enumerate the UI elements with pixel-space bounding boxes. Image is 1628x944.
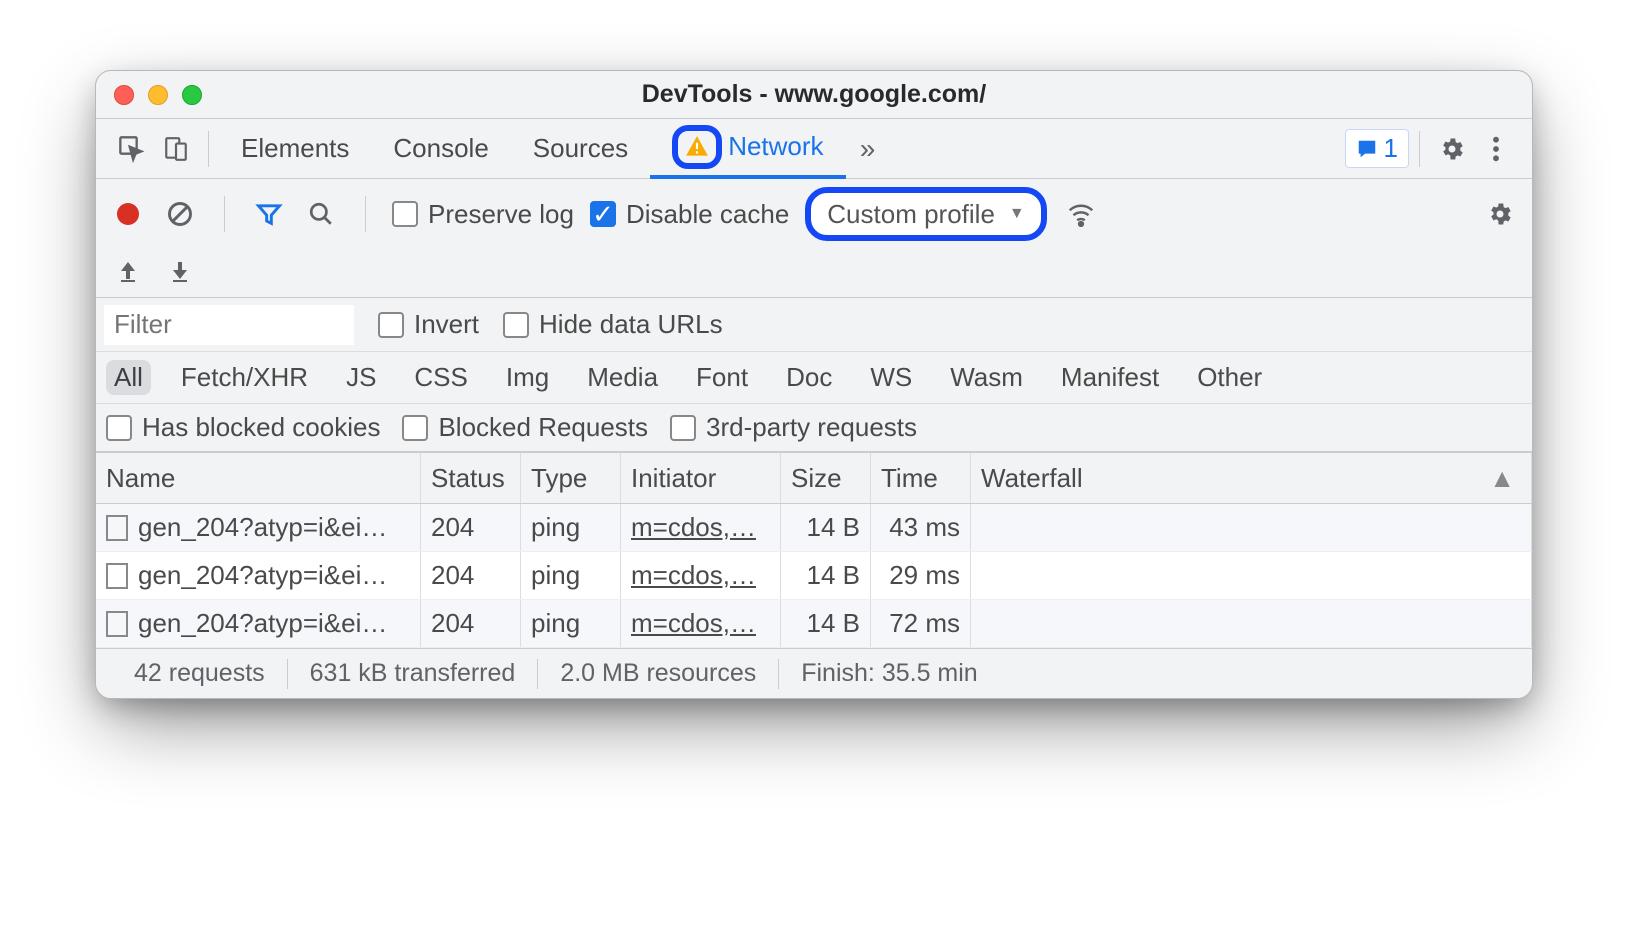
cell-status: 204: [421, 552, 521, 599]
search-icon[interactable]: [303, 196, 339, 232]
cell-waterfall: [971, 504, 1532, 551]
cell-time: 43 ms: [871, 504, 971, 551]
cell-size: 14 B: [781, 600, 871, 647]
cell-size: 14 B: [781, 504, 871, 551]
cell-initiator[interactable]: m=cdos,…: [631, 512, 756, 543]
status-finish: Finish: 35.5 min: [779, 659, 999, 688]
chip-img[interactable]: Img: [498, 360, 557, 395]
cell-type: ping: [521, 600, 621, 647]
network-settings-icon[interactable]: [1482, 196, 1518, 232]
document-icon: [106, 611, 128, 637]
more-tabs-icon[interactable]: »: [846, 127, 890, 171]
hide-data-urls-checkbox[interactable]: Hide data URLs: [503, 309, 723, 340]
tab-elements[interactable]: Elements: [219, 119, 371, 179]
chevron-down-icon: ▼: [1009, 205, 1025, 223]
issues-count: 1: [1384, 133, 1398, 164]
table-row[interactable]: gen_204?atyp=i&ei… 204ping m=cdos,… 14 B72 …: [96, 600, 1532, 648]
tab-sources[interactable]: Sources: [511, 119, 650, 179]
chip-js[interactable]: JS: [338, 360, 384, 395]
separator: [365, 196, 366, 232]
cell-time: 29 ms: [871, 552, 971, 599]
table-row[interactable]: gen_204?atyp=i&ei… 204ping m=cdos,… 14 B43 …: [96, 504, 1532, 552]
warning-icon: [684, 134, 710, 160]
chip-css[interactable]: CSS: [406, 360, 475, 395]
inspect-icon[interactable]: [110, 127, 154, 171]
third-party-checkbox[interactable]: 3rd-party requests: [670, 412, 917, 443]
col-waterfall[interactable]: Waterfall▲: [971, 453, 1532, 503]
window-title: DevTools - www.google.com/: [96, 80, 1532, 109]
status-bar: 42 requests 631 kB transferred 2.0 MB re…: [96, 648, 1532, 698]
col-time[interactable]: Time: [871, 453, 971, 503]
type-filter-chips: All Fetch/XHR JS CSS Img Media Font Doc …: [96, 352, 1532, 404]
cell-waterfall: [971, 552, 1532, 599]
preserve-log-checkbox[interactable]: Preserve log: [392, 199, 574, 230]
cell-type: ping: [521, 504, 621, 551]
cell-size: 14 B: [781, 552, 871, 599]
chip-manifest[interactable]: Manifest: [1053, 360, 1167, 395]
issues-badge[interactable]: 1: [1345, 129, 1409, 168]
filter-bar: Invert Hide data URLs: [96, 298, 1532, 352]
filter-input[interactable]: [104, 305, 354, 345]
titlebar: DevTools - www.google.com/: [96, 71, 1532, 119]
separator: [1419, 131, 1420, 167]
throttling-dropdown[interactable]: Custom profile ▼: [805, 187, 1046, 241]
kebab-menu-icon[interactable]: [1474, 127, 1518, 171]
col-size[interactable]: Size: [781, 453, 871, 503]
message-icon: [1356, 138, 1378, 160]
requests-table: Name Status Type Initiator Size Time Wat…: [96, 452, 1532, 648]
table-header: Name Status Type Initiator Size Time Wat…: [96, 452, 1532, 504]
network-toolbar: Preserve log ✓ Disable cache Custom prof…: [96, 179, 1532, 298]
request-name: gen_204?atyp=i&ei…: [138, 512, 387, 543]
chip-media[interactable]: Media: [579, 360, 666, 395]
chip-doc[interactable]: Doc: [778, 360, 840, 395]
sort-arrow-icon: ▲: [1489, 463, 1515, 494]
blocked-cookies-checkbox[interactable]: Has blocked cookies: [106, 412, 380, 443]
chip-all[interactable]: All: [106, 360, 151, 395]
request-name: gen_204?atyp=i&ei…: [138, 560, 387, 591]
document-icon: [106, 515, 128, 541]
record-button[interactable]: [110, 196, 146, 232]
network-conditions-icon[interactable]: [1063, 196, 1099, 232]
document-icon: [106, 563, 128, 589]
main-tabs: Elements Console Sources Network » 1: [96, 119, 1532, 179]
separator: [224, 196, 225, 232]
filter-icon[interactable]: [251, 196, 287, 232]
tab-console[interactable]: Console: [371, 119, 510, 179]
cell-status: 204: [421, 504, 521, 551]
chip-ws[interactable]: WS: [862, 360, 920, 395]
chip-wasm[interactable]: Wasm: [942, 360, 1031, 395]
cell-waterfall: [971, 600, 1532, 647]
devtools-window: DevTools - www.google.com/ Elements Cons…: [95, 70, 1533, 699]
col-type[interactable]: Type: [521, 453, 621, 503]
invert-checkbox[interactable]: Invert: [378, 309, 479, 340]
warning-highlight: [672, 125, 722, 169]
cell-time: 72 ms: [871, 600, 971, 647]
col-status[interactable]: Status: [421, 453, 521, 503]
settings-icon[interactable]: [1430, 127, 1474, 171]
cell-initiator[interactable]: m=cdos,…: [631, 608, 756, 639]
request-name: gen_204?atyp=i&ei…: [138, 608, 387, 639]
extra-filters: Has blocked cookies Blocked Requests 3rd…: [96, 404, 1532, 452]
status-requests: 42 requests: [112, 659, 287, 688]
download-har-icon[interactable]: [162, 253, 198, 289]
upload-har-icon[interactable]: [110, 253, 146, 289]
chip-fetch-xhr[interactable]: Fetch/XHR: [173, 360, 316, 395]
device-toggle-icon[interactable]: [154, 127, 198, 171]
tab-network[interactable]: Network: [650, 119, 845, 179]
chip-font[interactable]: Font: [688, 360, 756, 395]
status-resources: 2.0 MB resources: [538, 659, 778, 688]
col-name[interactable]: Name: [96, 453, 421, 503]
status-transferred: 631 kB transferred: [288, 659, 538, 688]
cell-status: 204: [421, 600, 521, 647]
col-initiator[interactable]: Initiator: [621, 453, 781, 503]
clear-icon[interactable]: [162, 196, 198, 232]
cell-type: ping: [521, 552, 621, 599]
chip-other[interactable]: Other: [1189, 360, 1270, 395]
table-row[interactable]: gen_204?atyp=i&ei… 204ping m=cdos,… 14 B29 …: [96, 552, 1532, 600]
separator: [208, 131, 209, 167]
blocked-requests-checkbox[interactable]: Blocked Requests: [402, 412, 648, 443]
disable-cache-checkbox[interactable]: ✓ Disable cache: [590, 199, 789, 230]
cell-initiator[interactable]: m=cdos,…: [631, 560, 756, 591]
